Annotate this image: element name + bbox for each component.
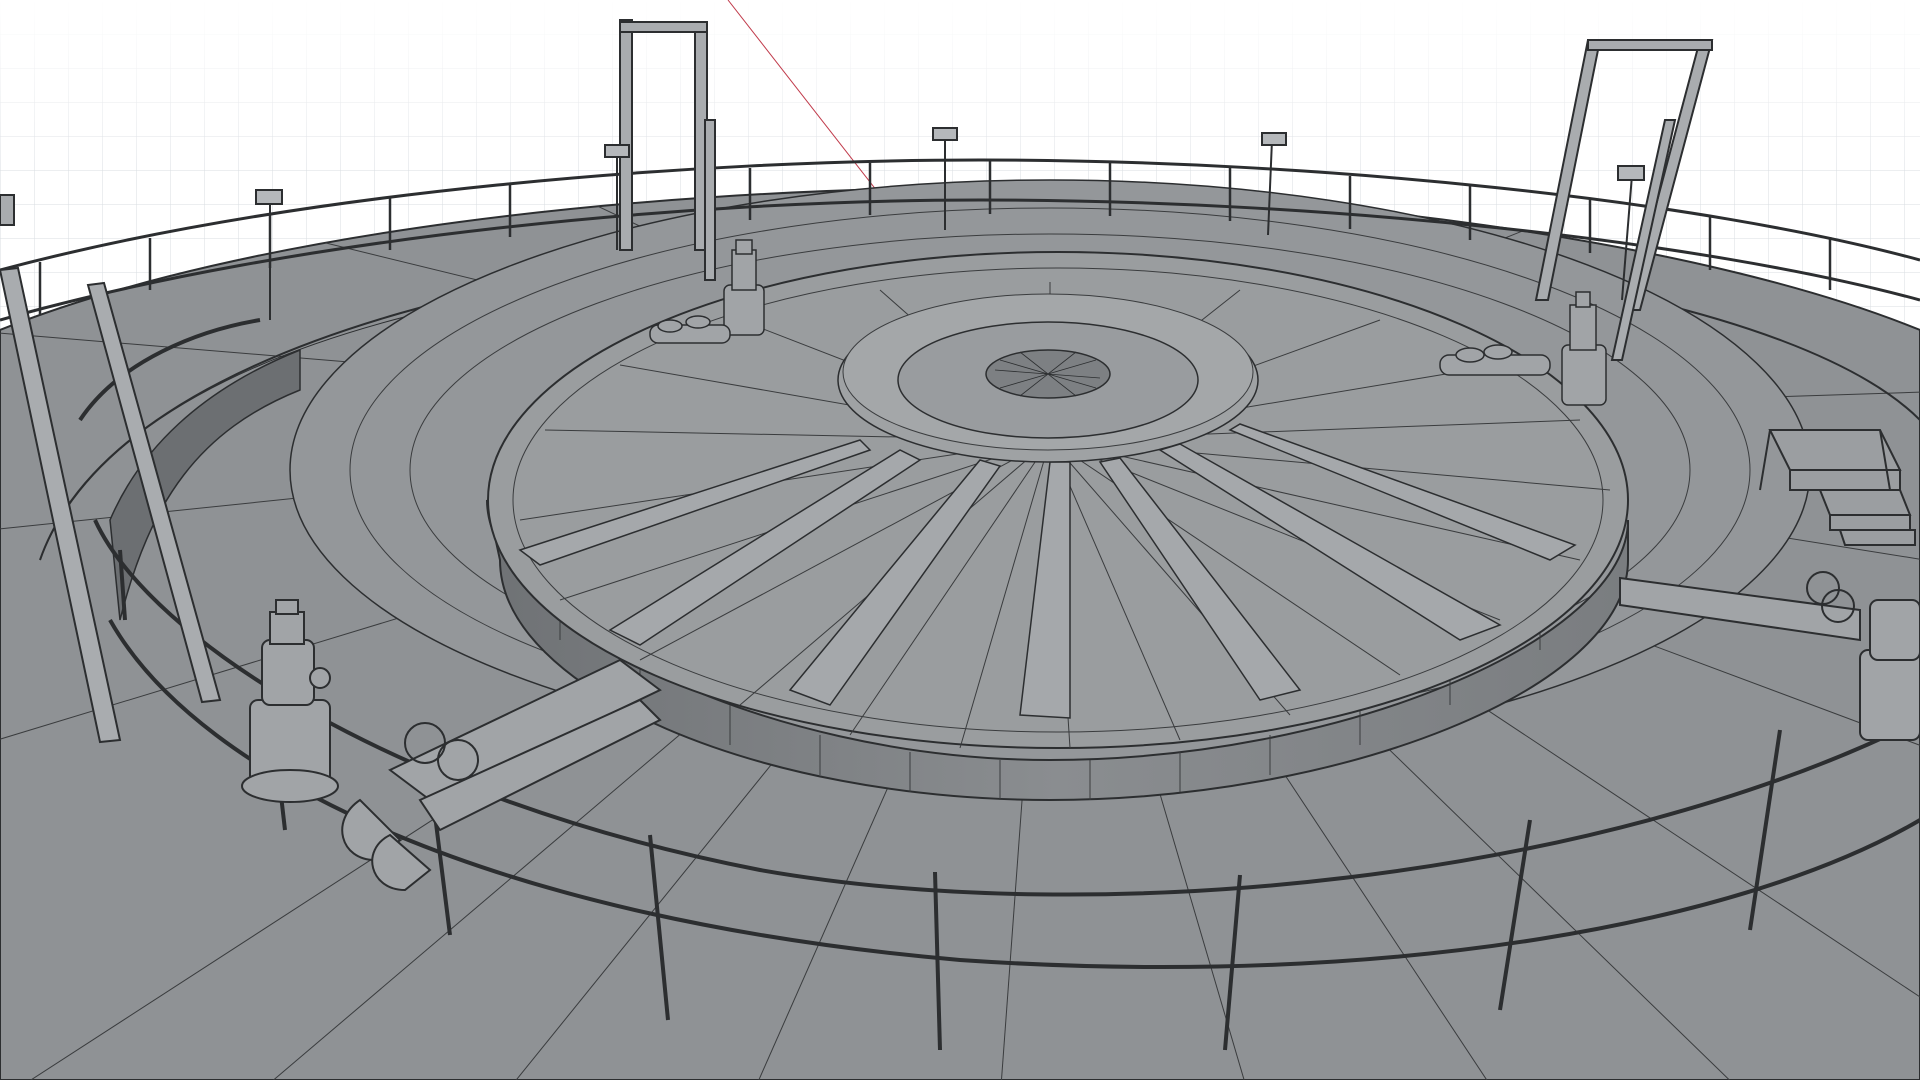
horizon-fade: [0, 0, 1920, 170]
3d-viewport[interactable]: [0, 0, 1920, 1080]
pressure-relief-valve-front-right[interactable]: [1859, 599, 1920, 741]
tank-roof-model[interactable]: [0, 0, 1920, 1080]
